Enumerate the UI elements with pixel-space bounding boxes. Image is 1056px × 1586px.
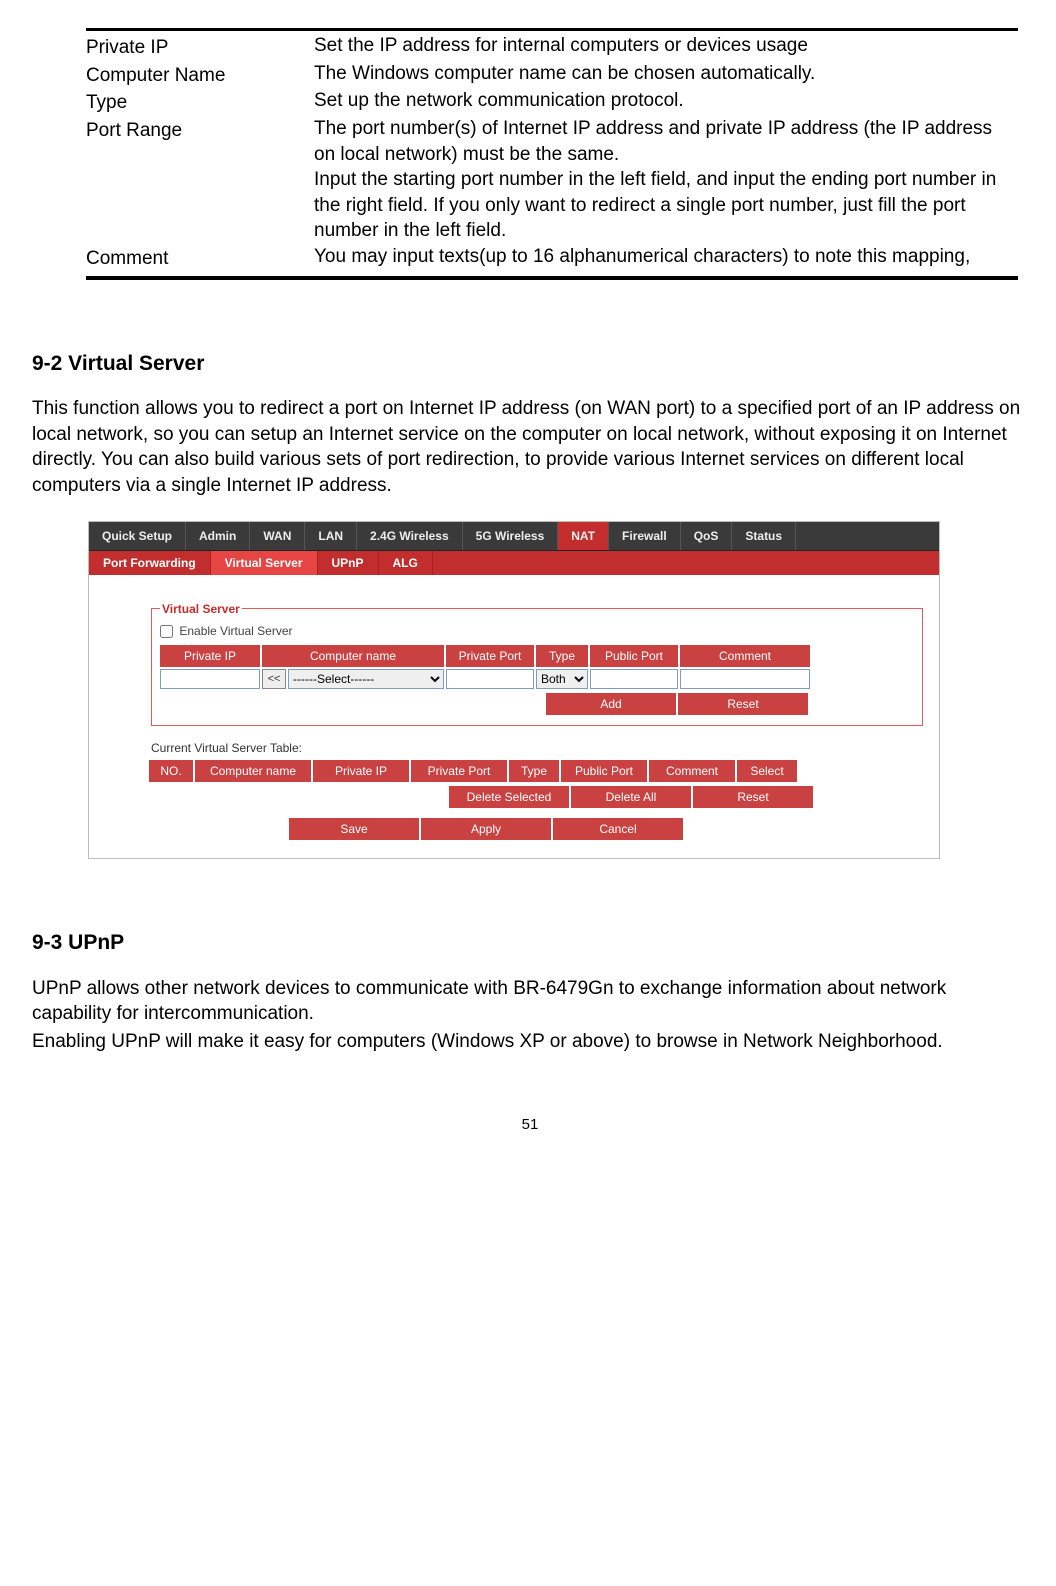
main-tab-quick-setup[interactable]: Quick Setup xyxy=(89,522,186,550)
def-desc: Set up the network communication protoco… xyxy=(314,88,1018,116)
apply-button[interactable]: Apply xyxy=(421,818,551,840)
section-heading-upnp: 9-3 UPnP xyxy=(32,929,1028,957)
col-computer-name: Computer name xyxy=(262,645,444,667)
private-port-input[interactable] xyxy=(446,669,534,689)
main-tab-qos[interactable]: QoS xyxy=(681,522,733,550)
th-private-port: Private Port xyxy=(411,760,507,782)
main-tab-wan[interactable]: WAN xyxy=(250,522,305,550)
computer-name-select[interactable]: ------Select------ xyxy=(288,669,444,689)
def-desc: You may input texts(up to 16 alphanumeri… xyxy=(314,244,1018,272)
col-public-port: Public Port xyxy=(590,645,678,667)
main-tab-bar: Quick Setup Admin WAN LAN 2.4G Wireless … xyxy=(89,522,939,551)
private-ip-input[interactable] xyxy=(160,669,260,689)
main-tab-admin[interactable]: Admin xyxy=(186,522,250,550)
main-tab-24g[interactable]: 2.4G Wireless xyxy=(357,522,463,550)
add-button[interactable]: Add xyxy=(546,693,676,715)
comment-input[interactable] xyxy=(680,669,810,689)
col-private-ip: Private IP xyxy=(160,645,260,667)
section-heading-virtual-server: 9-2 Virtual Server xyxy=(32,350,1028,378)
col-private-port: Private Port xyxy=(446,645,534,667)
def-term: Type xyxy=(86,88,314,116)
def-term: Computer Name xyxy=(86,61,314,89)
sub-tab-port-forwarding[interactable]: Port Forwarding xyxy=(89,551,211,575)
page-number: 51 xyxy=(32,1115,1028,1135)
main-tab-nat[interactable]: NAT xyxy=(558,522,609,550)
upnp-paragraph-2: Enabling UPnP will make it easy for comp… xyxy=(32,1029,1028,1055)
type-select[interactable]: Both xyxy=(536,669,588,689)
delete-selected-button[interactable]: Delete Selected xyxy=(449,786,569,808)
def-desc: Set the IP address for internal computer… xyxy=(314,33,1018,61)
vs-table-caption: Current Virtual Server Table: xyxy=(151,740,925,756)
cancel-button[interactable]: Cancel xyxy=(553,818,683,840)
definition-table: Private IP Set the IP address for intern… xyxy=(86,28,1018,280)
def-term: Private IP xyxy=(86,33,314,61)
main-tab-status[interactable]: Status xyxy=(732,522,796,550)
enable-virtual-server-checkbox[interactable] xyxy=(160,625,173,638)
reset-button[interactable]: Reset xyxy=(678,693,808,715)
reset-table-button[interactable]: Reset xyxy=(693,786,813,808)
fieldset-legend: Virtual Server xyxy=(160,601,242,617)
th-select: Select xyxy=(737,760,797,782)
th-computer-name: Computer name xyxy=(195,760,311,782)
th-no: NO. xyxy=(149,760,193,782)
enable-virtual-server-label: Enable Virtual Server xyxy=(179,624,292,638)
copy-arrow-button[interactable]: << xyxy=(262,669,286,689)
th-private-ip: Private IP xyxy=(313,760,409,782)
main-tab-lan[interactable]: LAN xyxy=(305,522,357,550)
sub-tab-upnp[interactable]: UPnP xyxy=(318,551,379,575)
save-button[interactable]: Save xyxy=(289,818,419,840)
col-comment: Comment xyxy=(680,645,810,667)
sub-tab-bar: Port Forwarding Virtual Server UPnP ALG xyxy=(89,551,939,575)
delete-all-button[interactable]: Delete All xyxy=(571,786,691,808)
sub-tab-virtual-server[interactable]: Virtual Server xyxy=(211,551,318,575)
def-term: Comment xyxy=(86,244,314,272)
main-tab-firewall[interactable]: Firewall xyxy=(609,522,681,550)
virtual-server-fieldset: Virtual Server Enable Virtual Server Pri… xyxy=(151,601,923,726)
def-desc: The port number(s) of Internet IP addres… xyxy=(314,116,1018,244)
router-admin-panel: Quick Setup Admin WAN LAN 2.4G Wireless … xyxy=(88,521,940,860)
th-public-port: Public Port xyxy=(561,760,647,782)
upnp-paragraph-1: UPnP allows other network devices to com… xyxy=(32,976,1028,1027)
def-desc: The Windows computer name can be chosen … xyxy=(314,61,1018,89)
public-port-input[interactable] xyxy=(590,669,678,689)
virtual-server-paragraph: This function allows you to redirect a p… xyxy=(32,396,1028,499)
main-tab-5g[interactable]: 5G Wireless xyxy=(463,522,559,550)
th-comment: Comment xyxy=(649,760,735,782)
sub-tab-alg[interactable]: ALG xyxy=(379,551,433,575)
def-term: Port Range xyxy=(86,116,314,244)
col-type: Type xyxy=(536,645,588,667)
th-type: Type xyxy=(509,760,559,782)
